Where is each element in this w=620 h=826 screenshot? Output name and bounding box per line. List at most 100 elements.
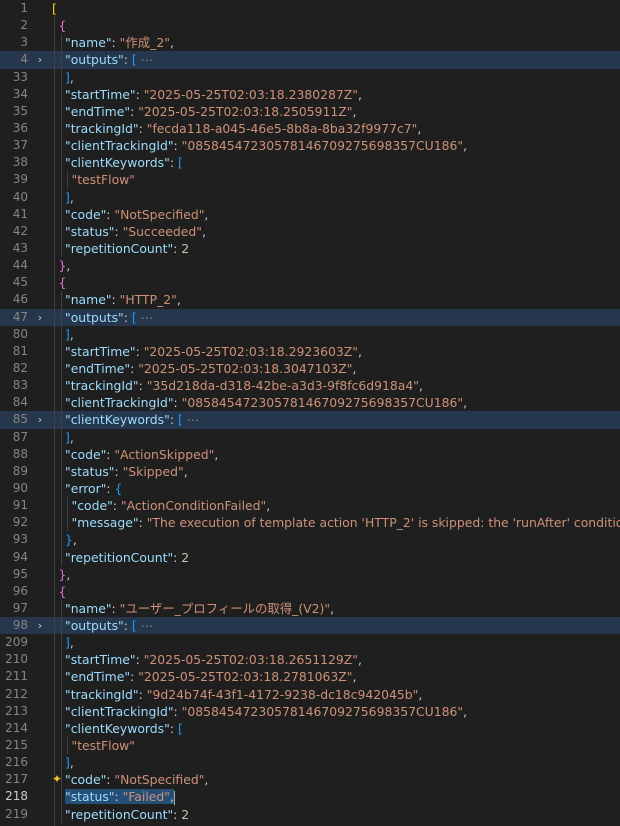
json-editor[interactable]: 1[2{3 "name": "作成_2", 4 › "outputs": [ ⋯ 33],…	[0, 0, 620, 826]
indent-guide	[60, 308, 62, 326]
indent-guide	[60, 634, 62, 652]
code-line[interactable]: 216],	[0, 754, 620, 772]
code-line[interactable]: 210 "startTime": "2025-05-25T02:03:18.265…	[0, 651, 620, 669]
code-line[interactable]: 213 "clientTrackingId": "0858454723057814…	[0, 702, 620, 720]
indent-guide	[60, 68, 62, 86]
code-token: :	[130, 360, 139, 376]
code-token: ,	[204, 772, 209, 788]
code-line[interactable]: 46 "name": "HTTP_2",	[0, 291, 620, 309]
code-line[interactable]: 2{	[0, 17, 620, 35]
indent-guide	[60, 428, 62, 446]
line-number: 83	[12, 378, 28, 393]
code-line[interactable]: 41 "code": "NotSpecified",	[0, 205, 620, 223]
code-line[interactable]: 209],	[0, 634, 620, 652]
code-line[interactable]: 37 "clientTrackingId": "08584547230578146…	[0, 137, 620, 155]
code-token: :	[135, 652, 144, 668]
code-token: "ActionConditionFailed"	[120, 498, 267, 514]
code-token: :	[135, 343, 144, 359]
code-line[interactable]: 92 "message": "The execution of template …	[0, 514, 620, 532]
code-line[interactable]: 217 "code": "NotSpecified", ✦	[0, 771, 620, 789]
code-token: "code"	[65, 772, 107, 788]
code-line[interactable]: 42 "status": "Succeeded",	[0, 222, 620, 240]
code-line[interactable]: 94 "repetitionCount": 2	[0, 548, 620, 566]
code-text: "trackingId": "fecda118-a045-46e5-8b8a-8…	[65, 120, 620, 137]
code-line[interactable]: 88 "code": "ActionSkipped",	[0, 445, 620, 463]
code-line[interactable]: 93},	[0, 531, 620, 549]
line-number: 210	[5, 652, 28, 667]
code-token: :	[123, 309, 132, 325]
code-text: "name": "HTTP_2",	[65, 291, 620, 308]
code-line[interactable]: 84 "clientTrackingId": "08584547230578146…	[0, 394, 620, 412]
fold-chevron-icon[interactable]: ›	[34, 617, 46, 634]
fold-chevron-icon[interactable]: ›	[34, 51, 46, 68]
code-line[interactable]: 44},	[0, 257, 620, 275]
code-text: "code": "ActionSkipped",	[65, 446, 620, 463]
code-line[interactable]: 211 "endTime": "2025-05-25T02:03:18.27810…	[0, 668, 620, 686]
indent-guide	[60, 462, 62, 480]
code-token: :	[114, 789, 123, 805]
code-line[interactable]: 96 {	[0, 582, 620, 600]
line-number: 214	[5, 720, 28, 735]
code-line[interactable]: 40],	[0, 188, 620, 206]
code-line[interactable]: 43 "repetitionCount": 2	[0, 239, 620, 258]
line-number: 46	[12, 292, 28, 307]
code-line[interactable]: 90 "error": {	[0, 479, 620, 498]
code-line[interactable]: 36 "trackingId": "fecda118-a045-46e5-8b8a…	[0, 119, 620, 138]
code-line[interactable]: 3 "name": "作成_2",	[0, 34, 620, 52]
code-line[interactable]: 1[	[0, 0, 620, 17]
code-line[interactable]: 87],	[0, 428, 620, 446]
code-line[interactable]: 47 › "outputs": [ ⋯	[0, 308, 620, 326]
code-line[interactable]: 215 "testFlow"	[0, 737, 620, 755]
code-line[interactable]: 98 › "outputs": [ ⋯	[0, 617, 620, 635]
code-line[interactable]: 89 "status": "Skipped",	[0, 462, 620, 480]
code-text: "endTime": "2025-05-25T02:03:18.2505911Z…	[65, 103, 620, 120]
code-line[interactable]: 39 "testFlow"	[0, 171, 620, 189]
code-token: "outputs"	[65, 309, 124, 325]
code-line[interactable]: 97 "name": "ユーザー_プロフィールの取得_(V2)",	[0, 599, 620, 618]
indent-guide	[60, 497, 62, 515]
code-token: :	[130, 669, 139, 685]
code-line[interactable]: 91 "code": "ActionConditionFailed",	[0, 497, 620, 515]
indent-guide	[54, 805, 55, 823]
code-line[interactable]: 33],	[0, 68, 620, 86]
code-line[interactable]: 85 › "clientKeywords": [ ⋯	[0, 411, 620, 429]
indent-guide	[54, 222, 55, 240]
code-token: "repetitionCount"	[65, 806, 174, 822]
code-line[interactable]: 218 "status": "Failed",	[0, 788, 620, 806]
code-line[interactable]: 34 "startTime": "2025-05-25T02:03:18.2380…	[0, 85, 620, 103]
code-line[interactable]: 82 "endTime": "2025-05-25T02:03:18.304710…	[0, 359, 620, 378]
sparkle-icon[interactable]: ✦	[52, 771, 62, 788]
code-line[interactable]: 45 {	[0, 274, 620, 292]
code-text: "clientKeywords": [ ⋯	[65, 411, 620, 428]
code-line[interactable]: 35 "endTime": "2025-05-25T02:03:18.250591…	[0, 102, 620, 120]
indent-guide	[54, 497, 55, 515]
code-text: "repetitionCount": 2	[65, 549, 620, 566]
code-token: ,	[183, 463, 188, 479]
code-text: "startTime": "2025-05-25T02:03:18.265112…	[65, 651, 620, 668]
code-token: [	[52, 1, 57, 16]
code-token: "trackingId"	[65, 120, 139, 136]
indent-guide	[60, 342, 62, 360]
indent-guide	[54, 205, 55, 223]
code-token: "08584547230578146709275698357CU186"	[181, 395, 464, 411]
code-line[interactable]: 95},	[0, 565, 620, 583]
fold-chevron-icon[interactable]: ›	[34, 309, 46, 326]
indent-guide	[60, 514, 62, 532]
code-text: "name": "作成_2",	[65, 34, 620, 51]
indent-guide	[54, 719, 55, 738]
code-line[interactable]: 214 "clientKeywords": [	[0, 719, 620, 738]
code-line[interactable]: 38 "clientKeywords": [	[0, 154, 620, 172]
indent-guide	[60, 702, 62, 720]
code-line[interactable]: 212 "trackingId": "9d24b74f-43f1-4172-923…	[0, 685, 620, 703]
code-token: :	[106, 480, 115, 496]
code-line[interactable]: 4 › "outputs": [ ⋯	[0, 51, 620, 69]
code-token: ,	[357, 652, 362, 668]
code-token: "2025-05-25T02:03:18.2923603Z"	[143, 343, 358, 359]
code-line[interactable]: 80],	[0, 325, 620, 343]
fold-chevron-icon[interactable]: ›	[34, 411, 46, 428]
code-line[interactable]: 83 "trackingId": "35d218da-d318-42be-a3d3…	[0, 377, 620, 395]
code-text: "code": "NotSpecified",	[65, 771, 620, 788]
code-token: :	[138, 378, 147, 394]
code-line[interactable]: 219 "repetitionCount": 2	[0, 805, 620, 823]
code-line[interactable]: 81 "startTime": "2025-05-25T02:03:18.2923…	[0, 342, 620, 360]
